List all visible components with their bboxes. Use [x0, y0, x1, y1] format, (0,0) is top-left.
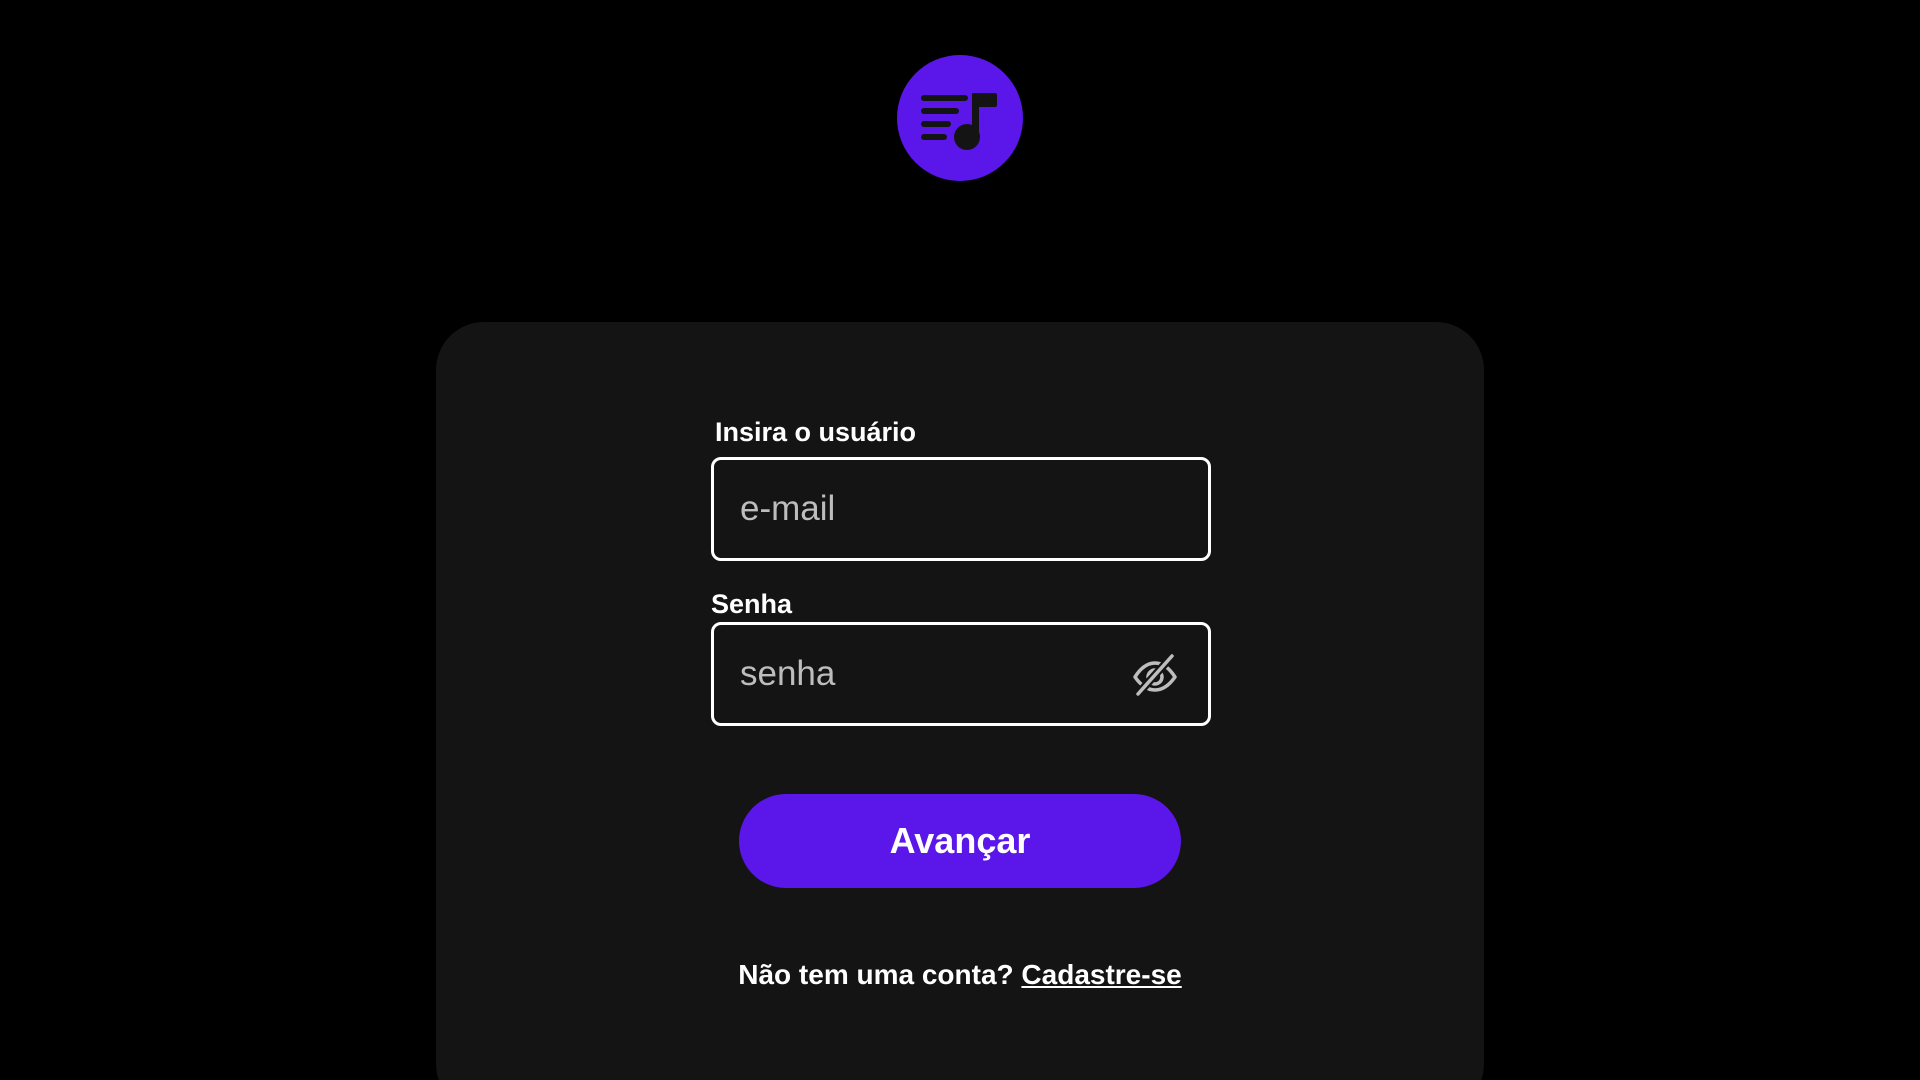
signup-link[interactable]: Cadastre-se	[1021, 959, 1181, 990]
login-page: Insira o usuário Senha Avançar Não tem u…	[0, 0, 1920, 1080]
eye-off-icon[interactable]	[1132, 653, 1178, 697]
playlist-music-icon	[921, 93, 997, 150]
email-field-container	[711, 457, 1211, 561]
password-label: Senha	[711, 589, 793, 619]
app-logo	[897, 55, 1023, 181]
email-input[interactable]	[714, 460, 1208, 558]
password-field-container	[711, 622, 1211, 726]
signup-prompt-text: Não tem uma conta?	[738, 959, 1014, 990]
signup-prompt: Não tem uma conta? Cadastre-se	[0, 958, 1920, 992]
submit-button[interactable]: Avançar	[739, 794, 1181, 888]
username-label: Insira o usuário	[715, 417, 917, 447]
